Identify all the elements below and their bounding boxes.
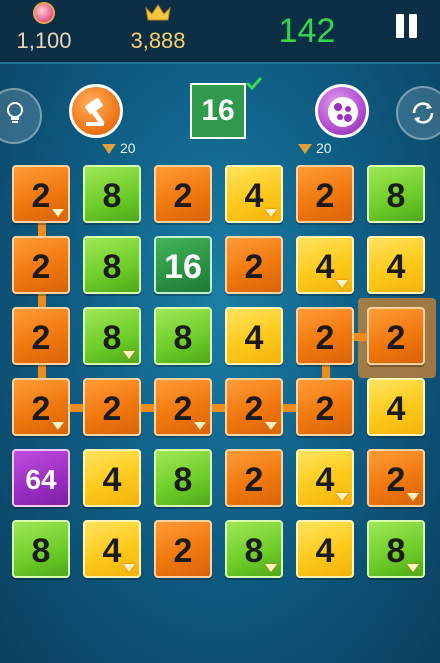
tile-r1-c4[interactable]: 4 [225,165,283,223]
tile-r4-c1[interactable]: 2 [12,378,70,436]
tile-r1-c6[interactable]: 8 [367,165,425,223]
tile-r5-c4[interactable]: 2 [225,449,283,507]
tile-r5-c2[interactable]: 4 [83,449,141,507]
tile-r1-c5[interactable]: 2 [296,165,354,223]
tile-r6-c5[interactable]: 4 [296,520,354,578]
gem-icon [407,564,419,572]
gem-icon [123,564,135,572]
tile-r6-c4[interactable]: 8 [225,520,283,578]
gem-icon [123,351,135,359]
tile-r6-c2[interactable]: 4 [83,520,141,578]
tile-r4-c4[interactable]: 2 [225,378,283,436]
tile-r3-c3[interactable]: 8 [154,307,212,365]
gem-icon [336,493,348,501]
gem-icon [336,280,348,288]
tile-r5-c3[interactable]: 8 [154,449,212,507]
tile-r3-c4[interactable]: 4 [225,307,283,365]
tile-r3-c1[interactable]: 2 [12,307,70,365]
gem-icon [52,209,64,217]
tile-r4-c3[interactable]: 2 [154,378,212,436]
tile-r1-c3[interactable]: 2 [154,165,212,223]
gem-icon [265,564,277,572]
tile-r4-c2[interactable]: 2 [83,378,141,436]
game-screen: 1,100 3,888 142 20 16 20 2 8 2 4 2 8 2 8… [0,0,440,663]
gem-icon [407,493,419,501]
tile-r6-c6[interactable]: 8 [367,520,425,578]
tile-r1-c1[interactable]: 2 [12,165,70,223]
tile-r6-c1[interactable]: 8 [12,520,70,578]
tile-r4-c6[interactable]: 4 [367,378,425,436]
gem-icon [265,422,277,430]
tile-r3-c2[interactable]: 8 [83,307,141,365]
tile-r2-c2[interactable]: 8 [83,236,141,294]
tile-r2-c6[interactable]: 4 [367,236,425,294]
tile-r5-c1[interactable]: 64 [12,449,70,507]
tile-r5-c5[interactable]: 4 [296,449,354,507]
tile-r3-c6[interactable]: 2 [367,307,425,365]
tile-r1-c2[interactable]: 8 [83,165,141,223]
tile-r2-c3[interactable]: 16 [154,236,212,294]
gem-icon [194,422,206,430]
tile-r3-c5[interactable]: 2 [296,307,354,365]
gem-icon [52,422,64,430]
gem-icon [265,209,277,217]
tile-r5-c6[interactable]: 2 [367,449,425,507]
tile-r6-c3[interactable]: 2 [154,520,212,578]
tile-r2-c4[interactable]: 2 [225,236,283,294]
tile-r2-c5[interactable]: 4 [296,236,354,294]
tile-r2-c1[interactable]: 2 [12,236,70,294]
game-board: 2 8 2 4 2 8 2 8 16 2 4 4 2 8 8 4 2 2 2 2 2 2 2 4 64 4 8 2 4 2 8 4 2 8 4 8 [0,0,440,663]
tile-r4-c5[interactable]: 2 [296,378,354,436]
